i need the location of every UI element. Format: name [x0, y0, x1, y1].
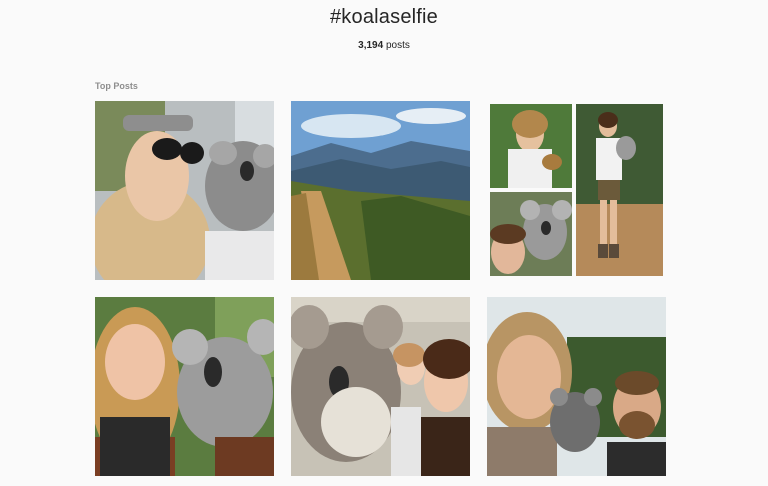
koala-selfie-photo: [487, 297, 666, 476]
top-posts-label: Top Posts: [95, 81, 138, 91]
post-thumbnail-1[interactable]: [95, 101, 274, 280]
post-thumbnail-3[interactable]: [487, 101, 666, 280]
collage-photo-right: [576, 104, 663, 276]
koala-selfie-photo: [490, 104, 572, 188]
koala-selfie-photo: [576, 104, 663, 276]
post-thumbnail-5[interactable]: [291, 297, 470, 476]
collage-photo-bottom-left: [490, 192, 572, 276]
koala-selfie-photo: [95, 297, 274, 476]
koala-selfie-photo: [490, 192, 572, 276]
post-thumbnail-6[interactable]: [487, 297, 666, 476]
collage-photo-top-left: [490, 104, 572, 188]
koala-selfie-photo: [291, 297, 470, 476]
post-count-number: 3,194: [358, 40, 384, 51]
hashtag-title: #koalaselfie: [329, 6, 439, 28]
post-count: 3,194 posts: [0, 40, 768, 51]
koala-selfie-photo: [95, 101, 274, 280]
post-count-suffix: posts: [383, 40, 410, 51]
post-thumbnail-2[interactable]: [291, 101, 470, 280]
mountain-landscape-photo: [291, 101, 470, 280]
post-thumbnail-4[interactable]: [95, 297, 274, 476]
